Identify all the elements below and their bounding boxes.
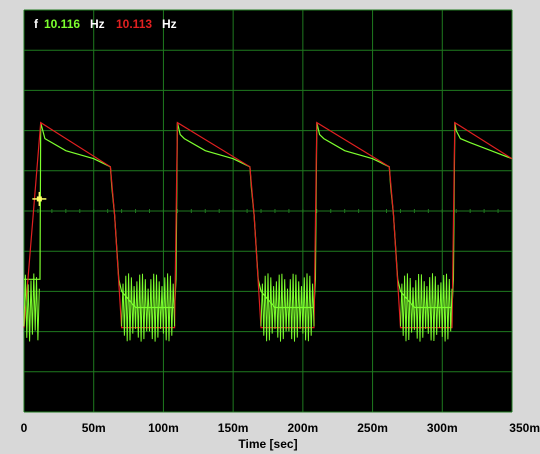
x-tick-label: 200m [288,421,319,435]
x-tick-label: 100m [148,421,179,435]
x-tick-label: 150m [218,421,249,435]
x-tick-label: 50m [82,421,106,435]
readout-red-value: 10.113 [116,17,152,31]
scope-chart: f 10.116 Hz 10.113 Hz 0 50m 100m 150m 200m 25… [21,9,540,451]
x-tick-label: 350m [509,421,540,435]
readout-green-unit: Hz [90,17,105,31]
x-tick-labels: 0 50m 100m 150m 200m 250m 300m 350m [21,421,540,435]
x-tick-label: 0 [21,421,28,435]
x-axis-title: Time [sec] [238,437,297,451]
readout-green-value: 10.116 [44,17,80,31]
x-tick-label: 250m [357,421,388,435]
x-tick-label: 300m [427,421,458,435]
scope-window: f 10.116 Hz 10.113 Hz 0 50m 100m 150m 200m 25… [0,0,540,454]
readout-red-unit: Hz [162,17,177,31]
cursor-dot [36,196,42,202]
